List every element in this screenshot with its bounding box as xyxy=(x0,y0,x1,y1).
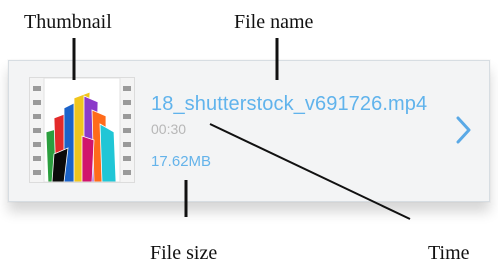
chevron-right-icon[interactable] xyxy=(453,113,475,147)
video-list-item-card[interactable]: 18_shutterstock_v691726.mp4 00:30 17.62M… xyxy=(8,60,490,202)
file-name-callout-label: File name xyxy=(234,11,314,33)
video-thumbnail[interactable] xyxy=(29,77,135,183)
file-name[interactable]: 18_shutterstock_v691726.mp4 xyxy=(151,93,427,116)
file-size: 17.62MB xyxy=(151,153,212,170)
file-size-callout-label: File size xyxy=(150,242,218,264)
time-callout-label: Time xyxy=(428,242,470,264)
duration: 00:30 xyxy=(151,121,187,137)
thumbnail-callout-label: Thumbnail xyxy=(24,11,112,33)
video-thumbnail-image xyxy=(30,77,134,183)
